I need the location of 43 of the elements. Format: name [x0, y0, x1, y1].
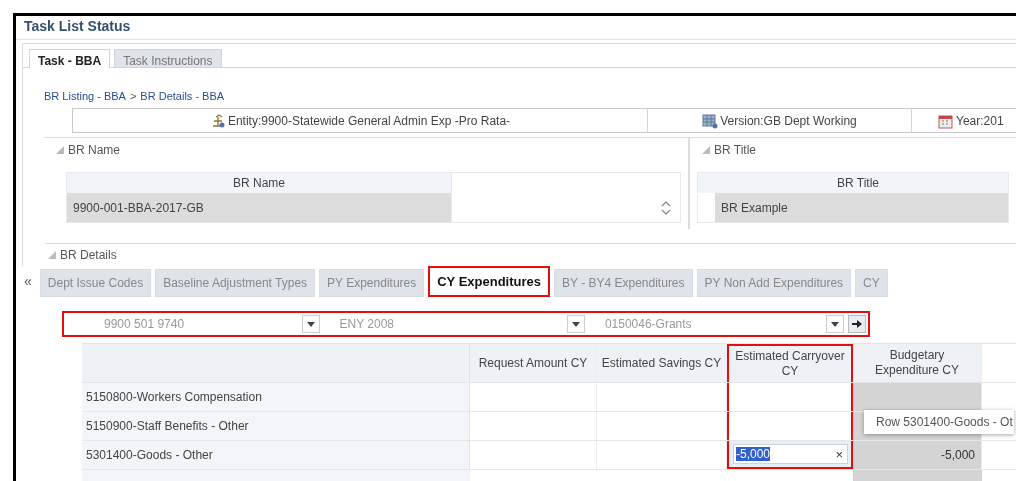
- pov-label: Year:201: [956, 113, 1004, 128]
- tab[interactable]: PY Expenditures: [319, 269, 425, 297]
- tab[interactable]: PY Non Add Expenditures: [696, 269, 852, 297]
- collapse-icon: [702, 146, 710, 154]
- column-header: BR Name: [232, 175, 286, 192]
- collapse-icon: [48, 251, 56, 259]
- go-button[interactable]: [848, 315, 866, 333]
- row-header: 5301400-Goods - Other: [82, 441, 470, 469]
- breadcrumb-separator: >: [129, 90, 137, 104]
- tab[interactable]: Task - BBA: [29, 49, 111, 68]
- pov-label: Version:GB Dept Working: [720, 113, 857, 128]
- row-header: 5150900-Staff Benefits - Other: [82, 412, 470, 440]
- panel-title: BR Title: [714, 143, 756, 157]
- column-header: BR Title: [836, 175, 880, 192]
- breadcrumb-link[interactable]: BR Details - BBA: [140, 90, 225, 108]
- row-header: 5150800-Workers Compensation: [82, 383, 470, 411]
- column-header: Request Amount CY: [470, 344, 597, 382]
- grid-icon: [702, 112, 719, 129]
- tab[interactable]: Task Instructions: [114, 49, 222, 67]
- tab[interactable]: Baseline Adjustment Types: [155, 269, 316, 297]
- table-cell: -5,000: [853, 441, 982, 469]
- panel-title: BR Name: [68, 143, 120, 157]
- column-header: Budgetary Expenditure CY: [853, 344, 982, 382]
- table-cell: 9900-001-BBA-2017-GB: [67, 193, 451, 222]
- arrow-right-icon: [852, 319, 863, 329]
- calendar-icon: [938, 112, 954, 129]
- column-header: Estimated Savings CY: [597, 344, 727, 382]
- scroll-left-button[interactable]: «: [24, 273, 36, 297]
- input-field[interactable]: -5,000 ×: [733, 444, 848, 464]
- scroll-arrows-icon: [661, 199, 671, 216]
- pov-label: Entity:9900-Statewide General Admin Exp -Pro Rata-: [227, 113, 511, 128]
- tab[interactable]: Dept Issue Codes: [39, 269, 152, 297]
- window-title: Task List Status: [16, 16, 1016, 40]
- column-header: Estimated Carryover CY: [727, 344, 853, 382]
- tab[interactable]: CY: [855, 269, 888, 297]
- tab[interactable]: CY Expenditures: [428, 266, 551, 297]
- section-title: BR Details: [60, 248, 117, 262]
- tab[interactable]: BY - BY4 Expenditures: [554, 269, 693, 297]
- tooltip: Row 5301400-Goods - Ot: [864, 410, 1014, 434]
- table-cell: BR Example: [715, 193, 1008, 222]
- collapse-icon: [56, 146, 64, 154]
- breadcrumb-link[interactable]: BR Listing - BBA: [44, 90, 126, 108]
- clear-button[interactable]: ×: [835, 446, 843, 462]
